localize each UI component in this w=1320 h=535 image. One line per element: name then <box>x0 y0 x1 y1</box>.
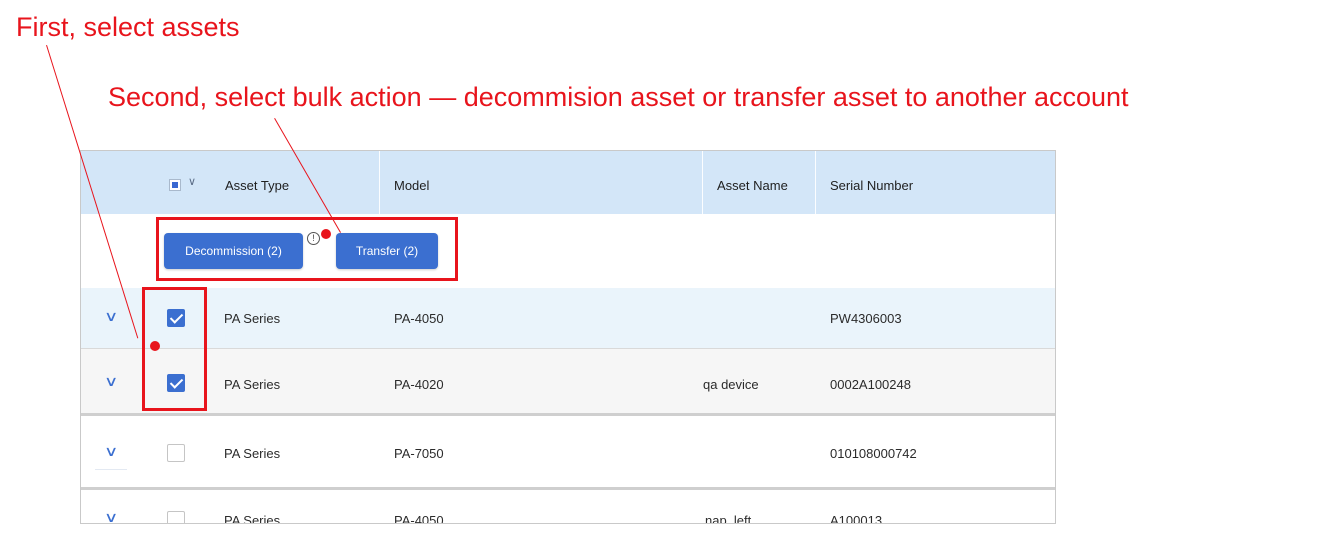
asset-type-cell: PA Series <box>224 377 281 392</box>
chevron-down-icon[interactable]: ∨ <box>104 443 118 460</box>
asset-type-cell: PA Series <box>224 513 281 524</box>
model-cell: PA-4020 <box>394 377 444 392</box>
chevron-down-icon[interactable]: ∨ <box>104 308 118 325</box>
model-cell: PA-4050 <box>394 311 444 326</box>
row-checkbox[interactable] <box>167 511 185 523</box>
column-header-serial-number[interactable]: Serial Number <box>830 178 913 193</box>
row-checkbox[interactable] <box>167 444 185 462</box>
chevron-down-icon[interactable]: ∨ <box>188 175 196 188</box>
asset-table: ∨ Asset Type Model Asset Name Serial Num… <box>80 150 1056 524</box>
serial-number-cell: PW4306003 <box>830 311 902 326</box>
model-cell: PA-4050 <box>394 513 444 524</box>
model-cell: PA-7050 <box>394 446 444 461</box>
table-row[interactable]: ∨ PA Series PA-4050 nap_left A100013 <box>81 491 1055 524</box>
table-row[interactable]: ∨ PA Series PA-4020 qa device 0002A10024… <box>81 349 1055 413</box>
leader-dot-second <box>321 229 331 239</box>
chevron-down-icon[interactable]: ∨ <box>104 373 118 390</box>
asset-type-cell: PA Series <box>224 446 281 461</box>
annotation-first-step: First, select assets <box>16 12 240 42</box>
asset-name-cell: qa device <box>703 377 759 392</box>
annotation-second-step: Second, select bulk action — decommision… <box>108 82 1129 112</box>
column-header-asset-name[interactable]: Asset Name <box>717 178 788 193</box>
table-header: ∨ Asset Type Model Asset Name Serial Num… <box>81 151 1055 214</box>
column-header-model[interactable]: Model <box>394 178 429 193</box>
serial-number-cell: 010108000742 <box>830 446 917 461</box>
table-row[interactable]: ∨ PA Series PA-4050 PW4306003 <box>81 288 1055 348</box>
serial-number-cell: A100013 <box>830 513 883 524</box>
chevron-down-icon[interactable]: ∨ <box>104 509 118 523</box>
column-header-asset-type[interactable]: Asset Type <box>225 178 289 193</box>
asset-name-cell: nap_left <box>705 513 752 524</box>
leader-dot-first <box>150 341 160 351</box>
asset-type-cell: PA Series <box>224 311 281 326</box>
bulk-actions-highlight-box <box>156 217 458 281</box>
table-row[interactable]: ∨ PA Series PA-7050 010108000742 <box>81 419 1055 483</box>
select-all-checkbox[interactable] <box>169 179 181 191</box>
serial-number-cell: 0002A100248 <box>830 377 911 392</box>
